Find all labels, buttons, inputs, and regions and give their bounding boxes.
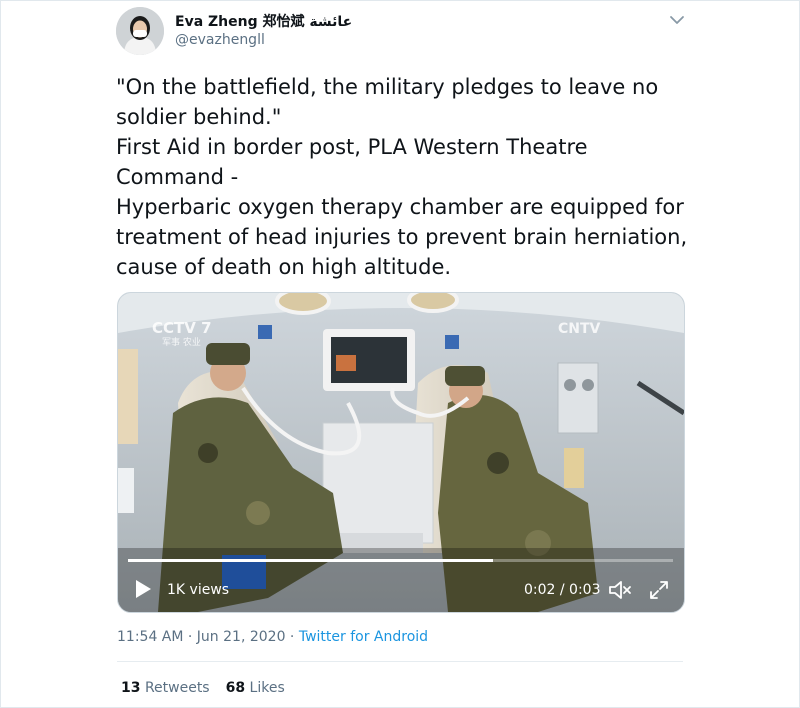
tweet-text-line: soldier behind." (116, 105, 282, 129)
fullscreen-icon[interactable] (649, 580, 669, 600)
view-count: 1K views (167, 582, 230, 598)
divider (117, 661, 683, 662)
volume-muted-icon[interactable] (608, 579, 632, 601)
tweet-text-line: Command - (116, 165, 239, 189)
tweet-meta: 11:54 AM · Jun 21, 2020 · Twitter for An… (117, 629, 428, 645)
retweets-stat[interactable]: 13 Retweets (121, 680, 210, 696)
video-player[interactable]: CCTV 7 军事 农业 CNTV 1K views 0:02 / 0:03 (117, 292, 685, 613)
source-link[interactable]: Twitter for Android (299, 629, 428, 645)
author-name[interactable]: Eva Zheng 郑怡斌 عائشة (175, 11, 352, 31)
tweet-text-line: Hyperbaric oxygen therapy chamber are eq… (116, 195, 684, 219)
watermark-cctv-sub: 军事 农业 (162, 336, 201, 348)
likes-stat[interactable]: 68 Likes (226, 680, 285, 696)
tweet-text-line: "On the battlefield, the military pledge… (116, 75, 659, 99)
engagement-stats: 13 Retweets 68 Likes (121, 680, 285, 696)
meta-separator: · (285, 629, 299, 645)
video-frame: CCTV 7 军事 农业 CNTV (118, 293, 684, 612)
author-handle[interactable]: @evazhengll (175, 32, 265, 48)
retweets-count: 13 (121, 680, 141, 696)
timestamp[interactable]: 11:54 AM · Jun 21, 2020 (117, 629, 285, 645)
likes-count: 68 (225, 680, 246, 696)
video-time: 0:02 / 0:03 (524, 582, 601, 598)
video-progress-bar[interactable] (128, 559, 673, 562)
tweet-text: "On the battlefield, the military pledge… (116, 72, 688, 282)
play-icon[interactable] (134, 579, 152, 599)
watermark-cntv: CNTV (558, 321, 601, 337)
video-progress-fill (128, 559, 494, 562)
watermark-cctv: CCTV 7 (152, 319, 212, 337)
tweet-text-line: First Aid in border post, PLA Western Th… (116, 135, 588, 159)
avatar[interactable] (116, 7, 164, 55)
tweet-text-line: treatment of head injuries to prevent br… (116, 225, 688, 249)
retweets-label: Retweets (144, 680, 210, 696)
chevron-down-icon[interactable] (667, 10, 687, 30)
tweet-text-line: cause of death on high altitude. (116, 255, 452, 279)
likes-label: Likes (249, 680, 285, 696)
